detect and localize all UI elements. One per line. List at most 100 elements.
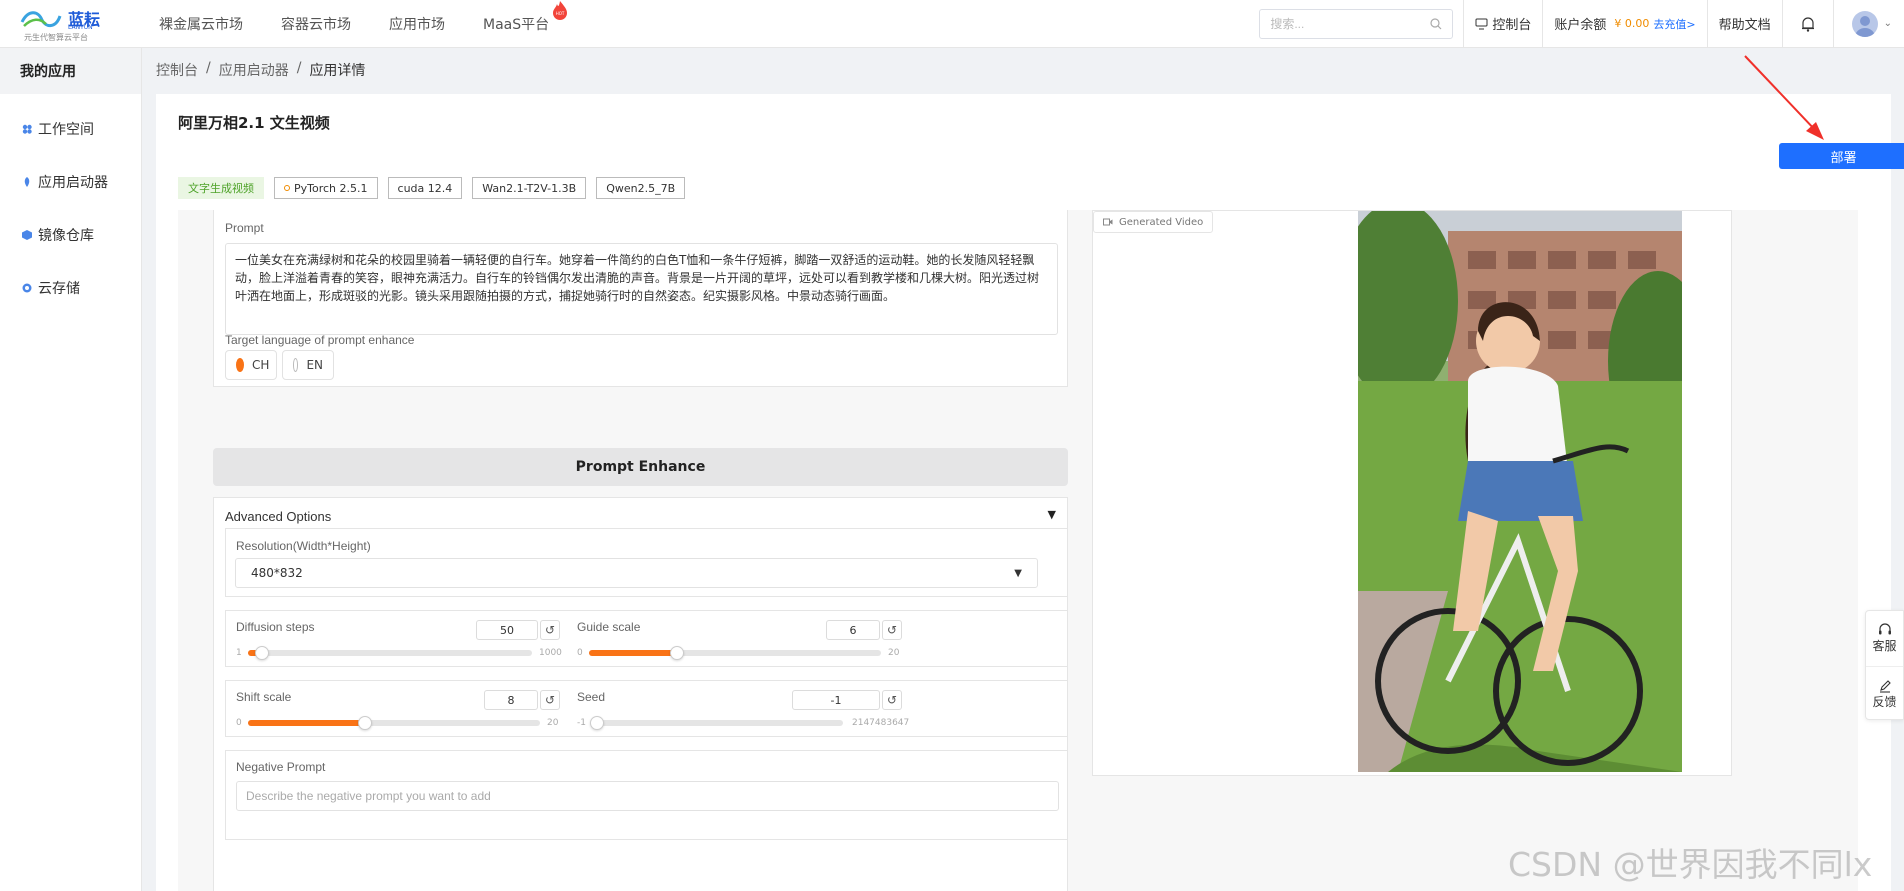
customer-service-label: 客服 <box>1872 639 1897 653</box>
reset-icon[interactable]: ↺ <box>540 690 560 710</box>
negative-prompt-block: Negative Prompt <box>225 750 1068 840</box>
launcher-icon <box>24 176 30 187</box>
help-docs-label: 帮助文档 <box>1718 18 1771 33</box>
top-right-area: 控制台 账户余额 ¥ 0.00 去充值> 帮助文档 ⌄ <box>1259 0 1904 48</box>
logo-icon <box>20 10 62 27</box>
prompt-label: Prompt <box>225 221 264 235</box>
hot-badge-icon: HOT <box>553 0 568 20</box>
feedback-button[interactable]: 反馈 <box>1866 666 1903 721</box>
lang-label: Target language of prompt enhance <box>225 333 415 347</box>
slider-thumb[interactable] <box>254 646 269 660</box>
notification-button[interactable] <box>1781 0 1833 48</box>
slider-thumb[interactable] <box>590 716 604 730</box>
tag-cuda: cuda 12.4 <box>387 177 463 199</box>
radio-en-label: EN <box>306 358 323 372</box>
bell-icon <box>1801 16 1814 32</box>
tag-llm: Qwen2.5_7B <box>596 177 686 199</box>
shift-scale-input[interactable]: 8 <box>484 690 538 710</box>
sidebar-item-image-repo[interactable]: 镜像仓库 <box>0 208 141 261</box>
slider-thumb[interactable] <box>669 646 684 660</box>
nav-container[interactable]: 容器云市场 <box>262 14 370 34</box>
sidebar-item-launcher[interactable]: 应用启动器 <box>0 155 141 208</box>
app-detail-card: 阿里万相2.1 文生视频 部署 文字生成视频 PyTorch 2.5.1 cud… <box>156 94 1904 891</box>
radio-ch[interactable]: CH <box>225 350 277 380</box>
video-frame-image <box>1358 211 1682 772</box>
slider-thumb[interactable] <box>357 716 372 730</box>
shift-label: Shift scale <box>236 690 292 704</box>
search-input[interactable] <box>1270 16 1431 31</box>
seed-min: -1 <box>577 718 586 728</box>
resolution-select[interactable]: 480*832 ▼ <box>235 558 1038 588</box>
nav-app-market[interactable]: 应用市场 <box>370 14 464 34</box>
seed-max: 2147483647 <box>852 718 910 728</box>
input-column: Prompt 一位美女在充满绿树和花朵的校园里骑着一辆轻便的自行车。她穿着一件简… <box>213 210 1068 891</box>
sidebar-item-cloud-storage[interactable]: 云存储 <box>0 261 141 314</box>
breadcrumb-separator: / <box>296 60 302 76</box>
slider-fill <box>248 720 365 726</box>
diffusion-steps-input[interactable]: 50 <box>476 620 538 640</box>
console-label: 控制台 <box>1492 18 1532 33</box>
brand-en: LANYUN <box>68 23 93 31</box>
breadcrumb-console[interactable]: 控制台 <box>156 60 198 80</box>
generated-video-player[interactable] <box>1358 211 1682 772</box>
monitor-icon <box>1475 18 1488 29</box>
cloud-storage-icon <box>22 283 32 292</box>
caret-down-icon: ▼ <box>1014 567 1022 579</box>
sidebar-item-label: 应用启动器 <box>38 174 108 191</box>
help-docs-link[interactable]: 帮助文档 <box>1706 0 1782 48</box>
seed-input[interactable]: -1 <box>792 690 880 710</box>
recharge-link[interactable]: 去充值> <box>1653 16 1695 32</box>
sidebar-item-label: 镜像仓库 <box>38 227 94 244</box>
reset-icon[interactable]: ↺ <box>882 620 902 640</box>
reset-icon[interactable]: ↺ <box>540 620 560 640</box>
deploy-button[interactable]: 部署 <box>1779 143 1904 169</box>
prompt-textarea[interactable]: 一位美女在充满绿树和花朵的校园里骑着一辆轻便的自行车。她穿着一件简约的白色T恤和… <box>225 243 1058 335</box>
brand-logo[interactable]: 蓝耘 LANYUN 元生代智算云平台 <box>14 0 134 48</box>
prompt-enhance-button[interactable]: Prompt Enhance <box>213 448 1068 486</box>
triangle-down-icon[interactable]: ▼ <box>1048 508 1056 521</box>
breadcrumb-launcher[interactable]: 应用启动器 <box>219 60 289 80</box>
guide-slider[interactable] <box>589 646 881 660</box>
radio-en[interactable]: EN <box>282 350 334 380</box>
user-icon <box>1854 15 1875 37</box>
customer-service-button[interactable]: 客服 <box>1866 611 1903 666</box>
tag-pytorch-label: PyTorch 2.5.1 <box>294 181 368 195</box>
diffusion-label: Diffusion steps <box>236 620 315 634</box>
shift-seed-block: Shift scale 8 ↺ 0 20 Seed -1 ↺ -1 214748… <box>225 680 1068 737</box>
guide-scale-input[interactable]: 6 <box>826 620 880 640</box>
resolution-label: Resolution(Width*Height) <box>236 539 371 553</box>
search-icon[interactable] <box>1430 17 1442 30</box>
diffusion-slider[interactable] <box>248 646 532 660</box>
search-box[interactable] <box>1259 8 1454 39</box>
page-title: 阿里万相2.1 文生视频 <box>178 114 330 132</box>
shift-slider[interactable] <box>248 716 540 730</box>
image-repo-icon <box>22 229 32 240</box>
seed-label: Seed <box>577 690 606 704</box>
seed-slider[interactable] <box>590 716 843 730</box>
app-preview: Prompt 一位美女在充满绿树和花朵的校园里骑着一辆轻便的自行车。她穿着一件简… <box>178 210 1858 891</box>
top-navbar: 蓝耘 LANYUN 元生代智算云平台 裸金属云市场 容器云市场 应用市场 Maa… <box>0 0 1904 48</box>
prompt-panel: Prompt 一位美女在充满绿树和花朵的校园里骑着一辆轻便的自行车。她穿着一件简… <box>213 210 1068 387</box>
chevron-down-icon: ⌄ <box>1883 18 1892 29</box>
brand-slogan: 元生代智算云平台 <box>24 32 88 42</box>
advanced-options-label[interactable]: Advanced Options <box>225 509 331 524</box>
edit-icon <box>1879 679 1891 693</box>
sidebar-item-label: 云存储 <box>38 280 80 297</box>
workspace-icon <box>22 124 32 134</box>
user-menu[interactable]: ⌄ <box>1832 0 1904 48</box>
shift-min: 0 <box>236 718 242 728</box>
nav-maas[interactable]: MaaS平台 HOT <box>464 0 568 34</box>
slider-fill <box>589 650 677 656</box>
sidebar-item-workspace[interactable]: 工作空间 <box>0 102 141 155</box>
negative-prompt-input[interactable] <box>236 781 1059 811</box>
balance-area: 账户余额 ¥ 0.00 去充值> <box>1542 0 1706 48</box>
guide-max: 20 <box>888 648 900 658</box>
app-tags: 文字生成视频 PyTorch 2.5.1 cuda 12.4 Wan2.1-T2… <box>178 177 686 199</box>
console-link[interactable]: 控制台 <box>1463 0 1542 48</box>
shift-max: 20 <box>547 718 559 728</box>
reset-icon[interactable]: ↺ <box>882 690 902 710</box>
nav-baremetal[interactable]: 裸金属云市场 <box>140 14 262 34</box>
advanced-options-panel: Advanced Options ▼ Resolution(Width*Heig… <box>213 497 1068 891</box>
sidebar-title: 我的应用 <box>0 48 141 94</box>
balance-label: 账户余额 <box>1554 18 1607 33</box>
